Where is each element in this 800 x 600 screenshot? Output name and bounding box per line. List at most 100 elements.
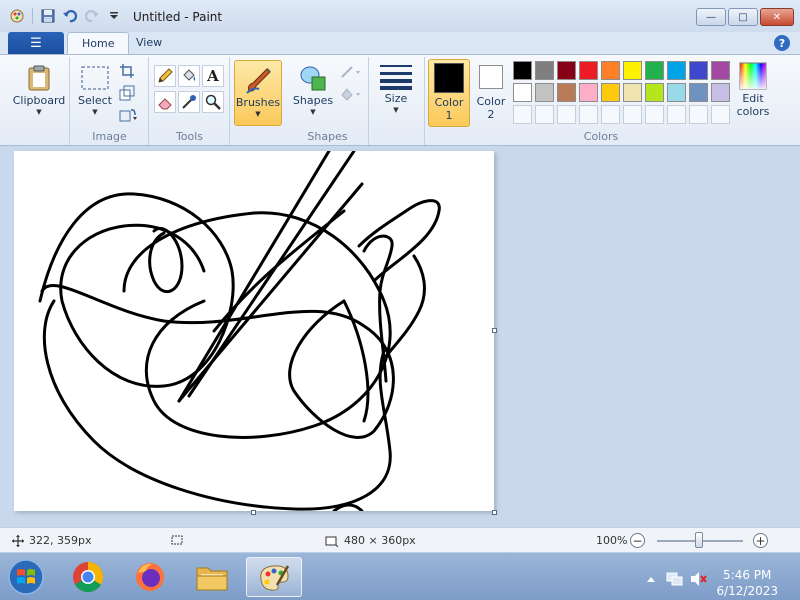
customize-toolbar-chevron-icon[interactable] [105, 7, 123, 25]
start-button[interactable] [2, 557, 50, 597]
custom-color-slot-0[interactable] [513, 105, 532, 124]
palette-swatch-1-2[interactable] [557, 83, 576, 102]
volume-muted-icon[interactable] [690, 571, 708, 587]
minimize-button[interactable]: — [696, 8, 726, 26]
eraser-icon[interactable] [154, 91, 176, 113]
resize-icon[interactable] [119, 85, 135, 101]
custom-color-slot-3[interactable] [579, 105, 598, 124]
palette-swatch-0-6[interactable] [645, 61, 664, 80]
color1-number: 1 [445, 109, 453, 122]
help-icon[interactable]: ? [774, 35, 790, 51]
text-tool-icon[interactable]: A [202, 65, 224, 87]
clipboard-button[interactable]: Clipboard ▼ [12, 59, 66, 123]
workspace [0, 147, 800, 527]
size-button[interactable]: Size ▼ [372, 57, 420, 121]
size-icon [380, 60, 412, 92]
palette-swatch-1-0[interactable] [513, 83, 532, 102]
paint-palette-icon [260, 565, 290, 591]
fill-icon[interactable] [339, 85, 363, 103]
palette-swatch-1-3[interactable] [579, 83, 598, 102]
palette-swatch-0-7[interactable] [667, 61, 686, 80]
select-button[interactable]: Select ▼ [73, 59, 117, 123]
outline-icon[interactable] [339, 63, 363, 81]
zoom-in-button[interactable]: + [753, 533, 768, 548]
custom-color-slot-7[interactable] [667, 105, 686, 124]
close-button[interactable]: ✕ [760, 8, 794, 26]
brushes-caret-icon: ▼ [255, 110, 261, 118]
canvas-size-text: 480 × 360px [344, 534, 416, 547]
size-caret-icon: ▼ [393, 106, 399, 114]
color2-label: Color [476, 95, 506, 108]
palette-swatch-0-0[interactable] [513, 61, 532, 80]
image-group-label: Image [92, 130, 127, 143]
resize-handle-bottom[interactable] [251, 510, 256, 515]
paint-app-icon[interactable] [8, 7, 26, 25]
palette-swatch-1-6[interactable] [645, 83, 664, 102]
custom-color-slot-6[interactable] [645, 105, 664, 124]
save-icon[interactable] [39, 7, 57, 25]
zoom-out-button[interactable]: − [630, 533, 645, 548]
zoom-level: 100% [596, 534, 628, 547]
rotate-icon[interactable] [119, 107, 141, 123]
canvas-size: 480 × 360px [325, 534, 416, 547]
select-label: Select [78, 94, 112, 107]
palette-swatch-0-8[interactable] [689, 61, 708, 80]
palette-swatch-1-9[interactable] [711, 83, 730, 102]
clipboard-icon [23, 62, 55, 94]
shapes-icon [297, 62, 329, 94]
maximize-button[interactable]: □ [728, 8, 758, 26]
firefox-icon [136, 563, 164, 591]
color2-button[interactable]: Color 2 [471, 59, 511, 127]
pencil-icon[interactable] [154, 65, 176, 87]
custom-color-slot-5[interactable] [623, 105, 642, 124]
shapes-group-label: Shapes [307, 130, 348, 143]
edit-colors-button[interactable]: Edit colors [732, 57, 774, 121]
tab-home[interactable]: Home [67, 32, 130, 54]
palette-swatch-0-3[interactable] [579, 61, 598, 80]
shapes-button[interactable]: Shapes ▼ [289, 59, 337, 123]
palette-swatch-0-5[interactable] [623, 61, 642, 80]
brushes-label: Brushes [235, 96, 281, 109]
custom-color-slot-4[interactable] [601, 105, 620, 124]
clipboard-label: Clipboard [12, 94, 66, 107]
folder-icon [196, 567, 228, 591]
color1-button[interactable]: Color 1 [428, 59, 470, 127]
custom-color-slot-8[interactable] [689, 105, 708, 124]
palette-swatch-0-1[interactable] [535, 61, 554, 80]
palette-swatch-1-5[interactable] [623, 83, 642, 102]
edit-colors-label-1: Edit [742, 92, 764, 105]
custom-color-slot-2[interactable] [557, 105, 576, 124]
brushes-button[interactable]: Brushes ▼ [234, 60, 282, 126]
color-picker-icon[interactable] [178, 91, 200, 113]
taskbar-firefox[interactable] [122, 557, 178, 597]
resize-handle-corner[interactable] [492, 510, 497, 515]
palette-swatch-1-4[interactable] [601, 83, 620, 102]
palette-swatch-0-9[interactable] [711, 61, 730, 80]
edit-colors-icon [737, 60, 769, 92]
crop-icon[interactable] [119, 63, 135, 79]
redo-icon[interactable] [83, 7, 101, 25]
custom-color-slot-1[interactable] [535, 105, 554, 124]
colors-group-label: Colors [583, 130, 619, 143]
palette-swatch-0-4[interactable] [601, 61, 620, 80]
zoom-slider-thumb[interactable] [695, 532, 703, 548]
palette-swatch-1-8[interactable] [689, 83, 708, 102]
undo-icon[interactable] [61, 7, 79, 25]
taskbar-paint[interactable] [246, 557, 302, 597]
system-clock[interactable]: 5:46 PM 6/12/2023 [716, 567, 778, 599]
drawing-canvas[interactable] [14, 149, 494, 513]
taskbar-file-explorer[interactable] [184, 557, 240, 597]
taskbar-chrome[interactable] [60, 557, 116, 597]
network-icon[interactable] [666, 571, 684, 587]
magnifier-icon[interactable] [202, 91, 224, 113]
resize-handle-right[interactable] [492, 328, 497, 333]
custom-color-slot-9[interactable] [711, 105, 730, 124]
tab-view[interactable]: View [122, 32, 176, 54]
ribbon: Clipboard ▼ Select ▼ Image A Tools Brush… [0, 54, 800, 146]
fill-bucket-icon[interactable] [178, 65, 200, 87]
palette-swatch-1-1[interactable] [535, 83, 554, 102]
show-hidden-icons-icon[interactable] [646, 573, 656, 582]
palette-swatch-1-7[interactable] [667, 83, 686, 102]
file-menu-button[interactable]: ☰ [8, 32, 64, 54]
palette-swatch-0-2[interactable] [557, 61, 576, 80]
